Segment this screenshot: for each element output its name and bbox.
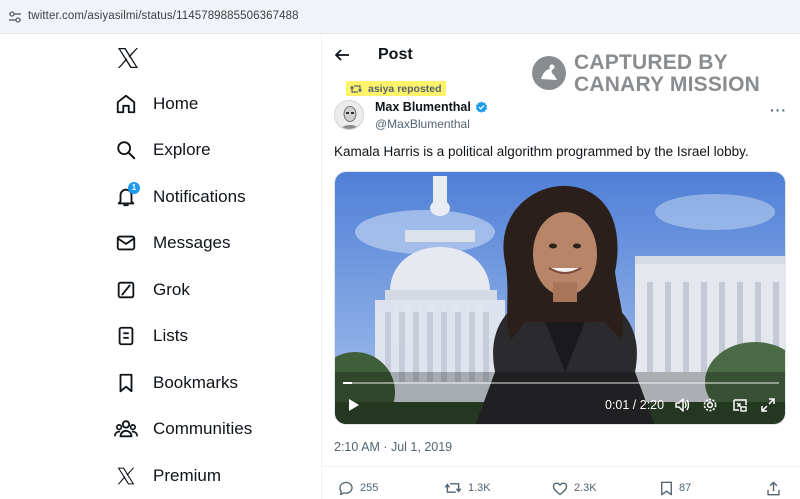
video-progress-bar[interactable] <box>343 382 779 384</box>
back-arrow-icon[interactable] <box>334 47 350 63</box>
url-text[interactable]: twitter.com/asiyasilmi/status/1145789885… <box>28 10 299 22</box>
author-handle[interactable]: @MaxBlumenthal <box>375 117 470 131</box>
sidebar: Home Explore 1 Notifications Messages Gr… <box>0 34 322 499</box>
repost-icon <box>444 483 462 493</box>
home-icon <box>113 91 139 117</box>
sidebar-item-label: Communities <box>153 419 253 438</box>
people-icon <box>113 416 139 442</box>
bell-icon: 1 <box>113 182 140 210</box>
share-button[interactable] <box>766 480 781 496</box>
sidebar-item-messages[interactable]: Messages <box>113 223 313 263</box>
avatar[interactable] <box>334 100 364 130</box>
tweet-text: Kamala Harris is a political algorithm p… <box>334 144 749 159</box>
sidebar-item-label: Explore <box>153 140 211 159</box>
video-player[interactable]: 0:01 / 2:20 <box>334 171 786 425</box>
sidebar-item-home[interactable]: Home <box>113 84 313 124</box>
sidebar-item-label: Messages <box>153 233 231 252</box>
like-count: 2.3K <box>574 482 597 494</box>
repost-icon <box>350 84 362 93</box>
repost-label: asiya reposted <box>368 82 442 95</box>
watermark-line-1: CAPTURED BY <box>574 51 728 74</box>
x-logo-icon <box>113 463 139 489</box>
repost-indicator[interactable]: asiya reposted <box>346 81 446 96</box>
gear-icon[interactable] <box>701 396 719 414</box>
sidebar-item-lists[interactable]: Lists <box>113 316 313 356</box>
watermark-line-2: CANARY MISSION <box>574 73 760 96</box>
more-options-icon[interactable]: ··· <box>770 102 787 118</box>
notification-count-badge: 1 <box>128 182 140 194</box>
sidebar-item-bookmarks[interactable]: Bookmarks <box>113 363 313 403</box>
envelope-icon <box>113 230 139 256</box>
volume-icon[interactable] <box>673 396 691 414</box>
fullscreen-icon[interactable] <box>759 396 777 414</box>
sidebar-item-notifications[interactable]: 1 Notifications <box>113 177 313 217</box>
video-time: 0:01 / 2:20 <box>605 398 665 412</box>
reply-button[interactable]: 255 <box>338 480 378 496</box>
canary-logo-icon <box>532 56 566 90</box>
bookmark-count: 87 <box>679 482 692 494</box>
video-progress-fill <box>343 382 352 384</box>
reply-count: 255 <box>360 482 379 494</box>
video-thumbnail[interactable] <box>335 172 786 425</box>
sidebar-item-label: Grok <box>153 280 190 299</box>
x-logo-icon[interactable] <box>116 46 140 70</box>
like-button[interactable]: 2.3K <box>552 480 597 496</box>
repost-count: 1.3K <box>468 482 491 494</box>
site-settings-icon[interactable] <box>8 11 22 23</box>
sidebar-item-explore[interactable]: Explore <box>113 130 313 170</box>
tweet-timestamp[interactable]: 2:10 AM · Jul 1, 2019 <box>334 440 452 454</box>
sidebar-item-label: Notifications <box>153 187 246 206</box>
bookmark-icon <box>113 370 139 396</box>
author-name-text[interactable]: Max Blumenthal <box>375 100 471 114</box>
sidebar-item-grok[interactable]: Grok <box>113 270 313 310</box>
reply-icon <box>339 481 353 495</box>
bookmark-icon <box>661 481 672 495</box>
post-column: Post CAPTURED BY CANARY MISSION asiya re… <box>322 34 800 499</box>
author-name[interactable]: Max Blumenthal <box>375 100 488 114</box>
browser-address-bar[interactable]: twitter.com/asiyasilmi/status/1145789885… <box>0 0 800 34</box>
sidebar-item-label: Bookmarks <box>153 373 239 392</box>
grok-icon <box>113 277 139 303</box>
canary-mission-watermark: CAPTURED BY CANARY MISSION <box>532 52 772 96</box>
heart-icon <box>552 482 568 495</box>
bookmark-button[interactable]: 87 <box>660 480 691 496</box>
play-icon[interactable] <box>345 396 363 414</box>
repost-button[interactable]: 1.3K <box>444 480 491 496</box>
watermark-text: CAPTURED BY CANARY MISSION <box>574 52 760 96</box>
verified-badge-icon <box>475 101 487 113</box>
sidebar-item-premium[interactable]: Premium <box>113 456 313 496</box>
list-icon <box>113 323 139 349</box>
sidebar-item-communities[interactable]: Communities <box>113 409 313 449</box>
share-icon <box>767 481 780 495</box>
sidebar-item-label: Home <box>153 94 199 113</box>
actions-divider <box>322 466 800 467</box>
picture-in-picture-icon[interactable] <box>731 396 749 414</box>
sidebar-item-label: Premium <box>153 466 222 485</box>
page-title: Post <box>378 46 413 63</box>
sidebar-item-label: Lists <box>153 326 188 345</box>
search-icon <box>113 137 139 163</box>
